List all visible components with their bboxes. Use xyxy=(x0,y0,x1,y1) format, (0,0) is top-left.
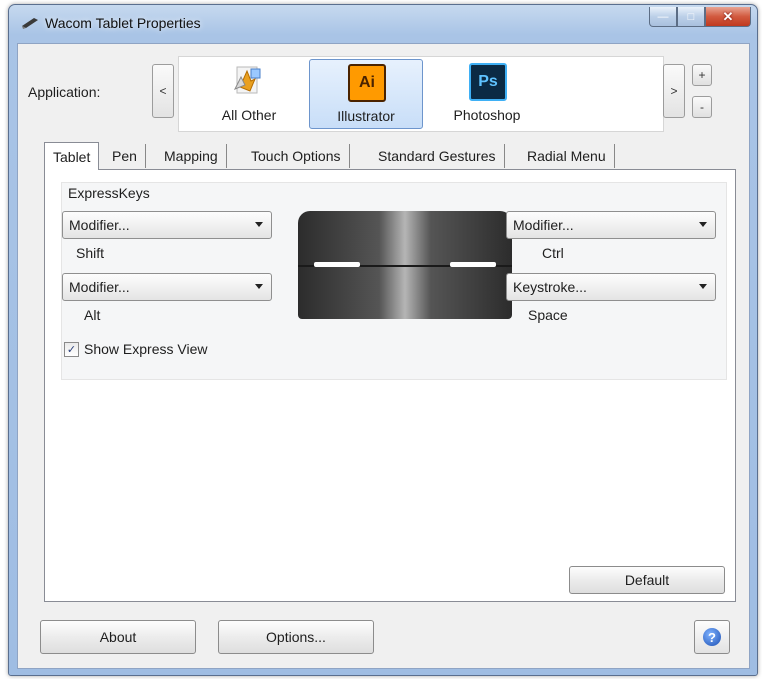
tab-standard-gestures[interactable]: Standard Gestures xyxy=(370,144,505,168)
scroll-left-button[interactable]: < xyxy=(152,64,174,118)
tab-tablet[interactable]: Tablet xyxy=(44,142,100,170)
tab-touch-options[interactable]: Touch Options xyxy=(243,144,350,168)
expresskey-right-bottom-detail: Space xyxy=(528,307,568,323)
default-button[interactable]: Default xyxy=(569,566,725,594)
dialog-body: Application: < All Other Ai Illustrator … xyxy=(17,43,750,669)
dropdown-value: Modifier... xyxy=(69,279,130,295)
add-application-button[interactable]: + xyxy=(692,64,712,86)
tab-pen[interactable]: Pen xyxy=(104,144,146,168)
close-button[interactable]: ✕ xyxy=(705,7,751,27)
wacom-properties-window: Wacom Tablet Properties — □ ✕ Applicatio… xyxy=(8,4,758,676)
window-title: Wacom Tablet Properties xyxy=(45,15,201,31)
show-express-view-label: Show Express View xyxy=(84,341,208,357)
chevron-down-icon xyxy=(699,284,707,289)
chevron-down-icon xyxy=(699,222,707,227)
application-label: Application: xyxy=(28,84,101,100)
app-item-label: All Other xyxy=(221,107,277,123)
tab-mapping[interactable]: Mapping xyxy=(156,144,227,168)
tablet-tab-panel: ExpressKeys Modifier... Shift Modifier..… xyxy=(44,169,736,602)
expresskey-left-bottom-dropdown[interactable]: Modifier... xyxy=(62,273,272,301)
app-item-all-other[interactable]: All Other xyxy=(193,59,305,127)
tablet-expresskeys-image xyxy=(298,211,512,319)
remove-application-button[interactable]: - xyxy=(692,96,712,118)
app-item-label: Illustrator xyxy=(337,108,395,124)
expresskey-left-top-dropdown[interactable]: Modifier... xyxy=(62,211,272,239)
application-list: All Other Ai Illustrator Ps Photoshop xyxy=(178,56,664,132)
minimize-button[interactable]: — xyxy=(649,7,677,27)
scroll-right-button[interactable]: > xyxy=(663,64,685,118)
expresskeys-title: ExpressKeys xyxy=(68,185,150,201)
chevron-down-icon xyxy=(255,222,263,227)
show-express-view-option[interactable]: ✓ Show Express View xyxy=(64,341,207,357)
show-express-view-checkbox[interactable]: ✓ xyxy=(64,341,79,357)
dropdown-value: Keystroke... xyxy=(513,279,587,295)
app-item-photoshop[interactable]: Ps Photoshop xyxy=(431,59,543,127)
all-other-icon xyxy=(233,66,261,94)
expresskey-left-top-detail: Shift xyxy=(76,245,105,261)
expresskey-left-bottom-detail: Alt xyxy=(84,307,101,323)
app-item-label: Photoshop xyxy=(453,107,521,123)
maximize-button[interactable]: □ xyxy=(677,7,705,27)
expresskeys-group: ExpressKeys Modifier... Shift Modifier..… xyxy=(61,182,727,380)
dropdown-value: Modifier... xyxy=(69,217,130,233)
about-button[interactable]: About xyxy=(40,620,196,654)
tablet-pen-icon xyxy=(22,18,38,29)
illustrator-icon: Ai xyxy=(348,64,386,102)
help-icon: ? xyxy=(703,628,721,646)
help-button[interactable]: ? xyxy=(694,620,730,654)
expresskey-right-top-dropdown[interactable]: Modifier... xyxy=(506,211,716,239)
photoshop-icon: Ps xyxy=(469,63,507,101)
options-button[interactable]: Options... xyxy=(218,620,374,654)
chevron-down-icon xyxy=(255,284,263,289)
dropdown-value: Modifier... xyxy=(513,217,574,233)
expresskey-right-bottom-dropdown[interactable]: Keystroke... xyxy=(506,273,716,301)
expresskey-right-top-detail: Ctrl xyxy=(542,245,564,261)
app-item-illustrator[interactable]: Ai Illustrator xyxy=(309,59,423,129)
tab-radial-menu[interactable]: Radial Menu xyxy=(519,144,615,168)
title-bar[interactable]: Wacom Tablet Properties — □ ✕ xyxy=(9,5,757,43)
